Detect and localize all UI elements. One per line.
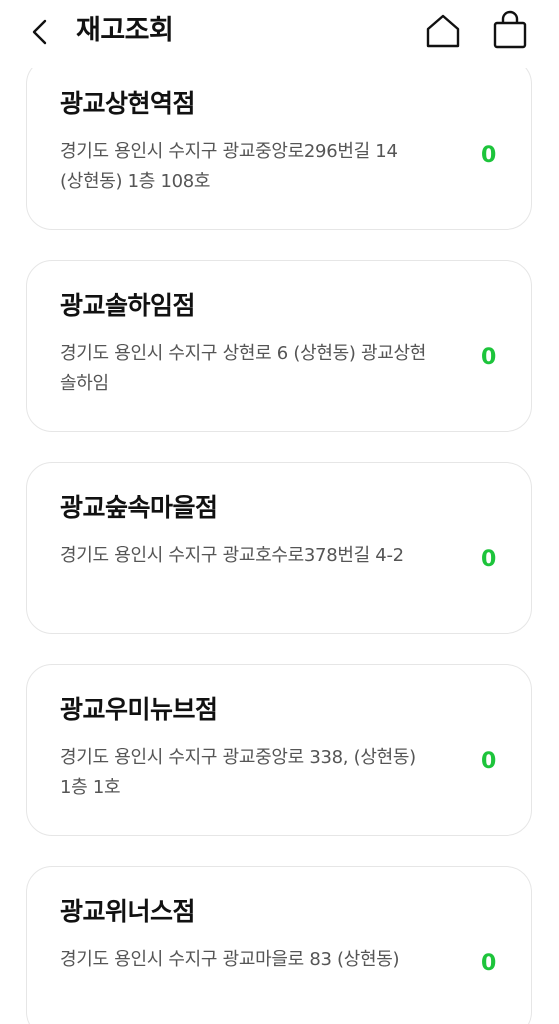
stock-count: 0 [481,143,497,168]
store-card[interactable]: 광교숲속마을점 경기도 용인시 수지구 광교호수로378번길 4-2 0 [26,462,532,634]
store-address: 경기도 용인시 수지구 광교중앙로296번길 14 (상현동) 1층 108호 [60,141,398,192]
stock-lookup-screen: 광교상현역점 경기도 용인시 수지구 광교중앙로296번길 14 (상현동) 1… [0,0,559,1024]
shopping-bag-icon [493,10,527,49]
store-address: 경기도 용인시 수지구 광교중앙로 338, (상현동) 1층 1호 [60,747,416,798]
store-card[interactable]: 광교우미뉴브점 경기도 용인시 수지구 광교중앙로 338, (상현동) 1층 … [26,664,532,836]
back-button[interactable] [26,14,56,50]
stock-count: 0 [481,547,497,572]
chevron-left-icon [32,19,47,45]
store-name: 광교솔하임점 [60,291,196,320]
store-name: 광교숲속마을점 [60,493,218,522]
shopping-bag-button[interactable] [492,10,528,50]
home-button[interactable] [424,13,462,49]
store-name: 광교위너스점 [60,897,196,926]
store-card[interactable]: 광교위너스점 경기도 용인시 수지구 광교마을로 83 (상현동) 0 [26,866,532,1024]
store-name: 광교상현역점 [60,89,196,118]
store-address: 경기도 용인시 수지구 광교호수로378번길 4-2 [60,545,404,566]
store-card[interactable]: 광교상현역점 경기도 용인시 수지구 광교중앙로296번길 14 (상현동) 1… [26,58,532,230]
store-address: 경기도 용인시 수지구 상현로 6 (상현동) 광교상현 솔하임 [60,343,427,394]
top-bar: 재고조회 [0,0,559,68]
stock-count: 0 [481,951,497,976]
store-name: 광교우미뉴브점 [60,695,218,724]
home-icon [426,14,460,48]
store-address: 경기도 용인시 수지구 광교마을로 83 (상현동) [60,949,400,970]
store-card[interactable]: 광교솔하임점 경기도 용인시 수지구 상현로 6 (상현동) 광교상현 솔하임 … [26,260,532,432]
page-title: 재고조회 [76,15,174,46]
stock-count: 0 [481,749,497,774]
stock-count: 0 [481,345,497,370]
